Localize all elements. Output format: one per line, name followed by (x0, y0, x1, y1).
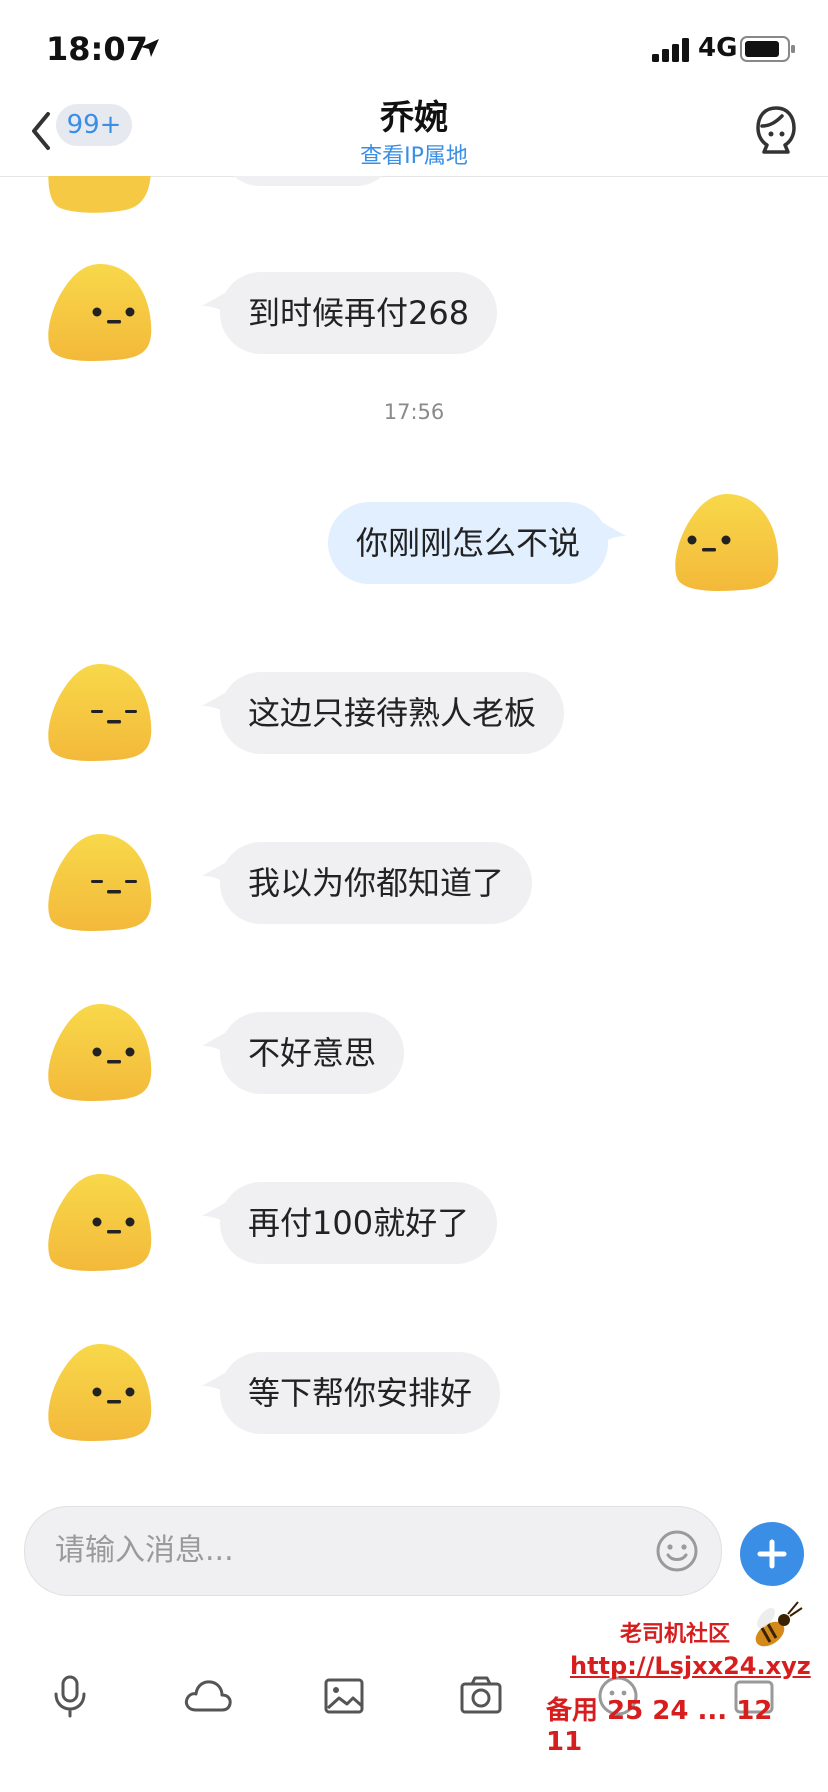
message-bubble[interactable]: 到时候再付268 (220, 272, 498, 354)
contact-avatar[interactable] (45, 1002, 155, 1102)
profile-icon[interactable] (754, 104, 798, 156)
signal-icon (652, 38, 689, 62)
my-avatar[interactable] (672, 492, 782, 592)
bubble-tail (598, 520, 626, 546)
view-ip-location-link[interactable]: 查看IP属地 (0, 138, 828, 170)
contact-avatar[interactable] (45, 1342, 155, 1442)
message-timestamp: 17:56 (383, 400, 445, 424)
watermark: 老司机社区 http://Lsjxx24.xyz 备用 25 24 ... 12… (540, 1601, 811, 1757)
cloud-icon[interactable] (182, 1674, 234, 1718)
contact-avatar[interactable] (45, 176, 155, 236)
status-time: 18:07 (46, 30, 148, 68)
status-bar: 18:07 4G (0, 0, 828, 90)
watermark-title: 老司机社区 (620, 1622, 731, 1647)
message-bubble[interactable]: 这边只接待熟人老板 (220, 672, 565, 754)
message-bubble-partial[interactable] (220, 176, 396, 186)
message-bubble[interactable]: 再付100就好了 (220, 1182, 498, 1264)
battery-icon (740, 36, 795, 62)
plus-icon (757, 1539, 787, 1569)
add-button[interactable] (740, 1522, 804, 1586)
message-list[interactable]: 到时候再付268 17:56 你刚刚怎么不说 这边只接待熟人老板 我以为你都知道… (0, 176, 828, 1496)
image-icon[interactable] (322, 1674, 366, 1718)
message-bubble[interactable]: 不好意思 (220, 1012, 405, 1094)
contact-avatar[interactable] (45, 832, 155, 932)
contact-avatar[interactable] (45, 262, 155, 362)
camera-icon[interactable] (458, 1674, 504, 1718)
message-bubble[interactable]: 我以为你都知道了 (220, 842, 533, 924)
message-input[interactable]: 请输入消息... (55, 1507, 234, 1595)
watermark-url: http://Lsjxx24.xyz (570, 1652, 811, 1680)
network-type: 4G (698, 33, 738, 63)
watermark-backup: 备用 25 24 ... 12 11 (546, 1696, 773, 1757)
chat-header: 99+ 乔婉 查看IP属地 (0, 90, 828, 177)
microphone-icon[interactable] (48, 1674, 92, 1718)
location-arrow-icon (141, 39, 159, 57)
contact-avatar[interactable] (45, 662, 155, 762)
emoji-icon[interactable] (655, 1529, 699, 1573)
contact-name: 乔婉 (380, 98, 448, 138)
my-message-bubble[interactable]: 你刚刚怎么不说 (327, 502, 608, 584)
message-bubble[interactable]: 等下帮你安排好 (220, 1352, 501, 1434)
message-input-bar[interactable]: 请输入消息... (24, 1506, 722, 1596)
contact-avatar[interactable] (45, 1172, 155, 1272)
